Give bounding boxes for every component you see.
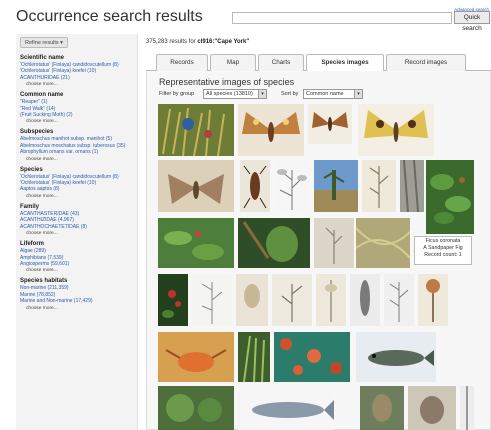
wallaby-image[interactable]	[360, 386, 404, 430]
plant-image[interactable]	[158, 218, 234, 268]
fungus-image[interactable]	[158, 104, 234, 156]
botanical-drawing-image[interactable]	[384, 274, 414, 326]
quick-search-bar: Advanced search Quick search	[232, 7, 490, 32]
facet-title: Species habitats	[20, 278, 68, 285]
facet-title: Species	[20, 166, 43, 173]
botanical-drawing-image[interactable]	[418, 274, 448, 326]
tab-record-images[interactable]: Record images	[386, 54, 466, 71]
tab-records[interactable]: Records	[156, 54, 208, 71]
botanical-drawing-image[interactable]	[272, 274, 312, 326]
leaf-image[interactable]	[238, 218, 310, 268]
results-tabs: Records Map Charts Species images Record…	[146, 54, 491, 72]
feather-drawing-image[interactable]	[350, 274, 380, 326]
fish-image[interactable]	[356, 332, 436, 382]
fig-leaves-image[interactable]	[426, 160, 474, 234]
choose-more-link[interactable]: choose more...	[20, 81, 136, 88]
facet-group: Subspecies Abelmoschus manihot subsp. man…	[20, 128, 136, 162]
moth-image[interactable]	[308, 104, 352, 144]
tooltip-record-count: Record count: 1	[424, 252, 462, 258]
facet-list: Scientific name 'Ochlerotatus' (Finlaya) …	[20, 54, 136, 315]
facet-group: Species 'Ochlerotatus' (Finlaya) candidos…	[20, 166, 136, 200]
bark-image[interactable]	[400, 160, 424, 212]
page-title: Occurrence search results	[16, 8, 203, 25]
grass-image[interactable]	[238, 332, 270, 382]
tab-map[interactable]: Map	[210, 54, 256, 71]
choose-more-link[interactable]: choose more...	[20, 267, 136, 274]
botanical-drawing-image[interactable]	[362, 160, 396, 212]
species-tooltip: Ficus coronata A Sandpaper Fig Record co…	[414, 236, 472, 265]
coral-image[interactable]	[274, 332, 350, 382]
sort-label: Sort by	[281, 91, 299, 97]
facet-group: Common name "Reaper" (1) "Red Walk" (14) (F…	[20, 91, 136, 125]
moth-image[interactable]	[238, 104, 304, 156]
botanical-drawing-image[interactable]	[274, 160, 310, 212]
quick-search-input[interactable]	[232, 12, 452, 24]
panel-title: Representative images of species	[159, 77, 295, 87]
berries-image[interactable]	[158, 274, 188, 326]
landscape-image[interactable]	[314, 160, 358, 212]
botanical-drawing-image[interactable]	[316, 274, 346, 326]
sort-value: Common name	[306, 91, 344, 97]
facet-title: Subspecies	[20, 129, 54, 136]
chevron-down-icon: ▾	[354, 90, 362, 98]
facet-group: Family ACANTHASTERIDAE (43) ACANTHIZIDAE (…	[20, 203, 136, 237]
tooltip-scientific-name: Ficus coronata	[425, 238, 461, 244]
chevron-down-icon: ▾	[258, 90, 266, 98]
choose-more-link[interactable]: choose more...	[20, 193, 136, 200]
choose-more-link[interactable]: choose more...	[20, 230, 136, 237]
moss-image[interactable]	[356, 218, 410, 268]
filter-label: Filter by group	[159, 91, 195, 97]
results-count: 375,283 results for cl916:"Cape York"	[146, 39, 249, 45]
facet-group: Species habitats Non-marine (211,359) Mari…	[20, 277, 136, 311]
refine-results-button[interactable]: Refine results ▾	[20, 37, 68, 48]
facet-title: Common name	[20, 92, 64, 99]
tab-species-images[interactable]: Species images	[306, 54, 384, 72]
refine-results-label: Refine results	[25, 40, 59, 46]
botanical-drawing-image[interactable]	[192, 274, 232, 326]
facet-title: Lifeform	[20, 241, 44, 248]
tab-charts[interactable]: Charts	[258, 54, 304, 71]
animal-image[interactable]	[408, 386, 456, 430]
results-count-prefix: 375,283 results for	[146, 39, 198, 45]
facet-title: Scientific name	[20, 55, 65, 61]
chevron-down-icon: ▾	[60, 40, 63, 46]
filter-group-value: All species (13810)	[206, 91, 253, 97]
fish-drawing-image[interactable]	[238, 386, 334, 430]
choose-more-link[interactable]: choose more...	[20, 305, 136, 312]
facet-group: Lifeform Algae (289) Amphibians (7,539) Ang…	[20, 240, 136, 274]
moth-image[interactable]	[158, 160, 234, 212]
sort-select[interactable]: Common name ▾	[303, 89, 363, 99]
melon-image[interactable]	[158, 386, 234, 430]
facet-title: Family	[20, 203, 40, 210]
tooltip-common-name: A Sandpaper Fig	[423, 245, 463, 251]
refine-sidebar: Refine results ▾ Scientific name 'Ochlero…	[16, 34, 138, 430]
choose-more-link[interactable]: choose more...	[20, 118, 136, 125]
botanical-drawing-image[interactable]	[236, 274, 268, 326]
beetle-image[interactable]	[240, 160, 270, 212]
facet-group: Scientific name 'Ochlerotatus' (Finlaya) …	[20, 54, 136, 88]
choose-more-link[interactable]: choose more...	[20, 156, 136, 163]
botanical-drawing-image[interactable]	[314, 218, 354, 268]
crab-image[interactable]	[158, 332, 234, 382]
filter-group-select[interactable]: All species (13810) ▾	[203, 89, 267, 99]
moth-image[interactable]	[358, 104, 434, 156]
stem-image[interactable]	[460, 386, 474, 430]
results-query: cl916:"Cape York"	[197, 39, 250, 45]
quick-search-button[interactable]: Quick search	[454, 11, 490, 32]
